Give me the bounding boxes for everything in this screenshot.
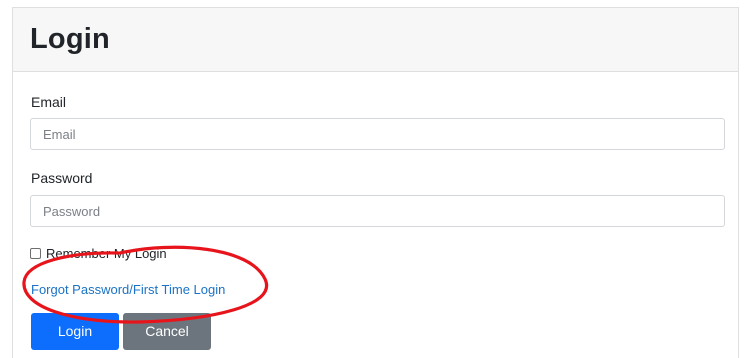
login-card: Login Email Password Remember My Login F…: [12, 7, 739, 358]
password-field[interactable]: [30, 195, 725, 227]
forgot-password-link[interactable]: Forgot Password/First Time Login: [31, 281, 225, 299]
email-field[interactable]: [30, 118, 725, 150]
email-label: Email: [31, 94, 67, 110]
cancel-button[interactable]: Cancel: [123, 313, 211, 350]
remember-login[interactable]: Remember My Login: [30, 244, 167, 262]
remember-label: Remember My Login: [46, 245, 167, 261]
password-label: Password: [31, 170, 93, 186]
remember-checkbox[interactable]: [30, 247, 41, 259]
page-title: Login: [30, 23, 110, 55]
card-header: Login: [13, 8, 738, 72]
login-button[interactable]: Login: [31, 313, 119, 350]
